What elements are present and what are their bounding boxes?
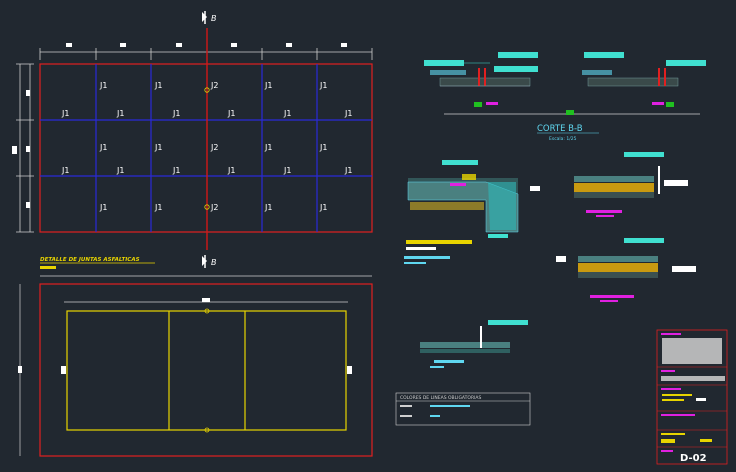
corte-scale: Escala: 1/25 bbox=[549, 136, 577, 142]
detalle-title: DETALLE DE JUNTAS ASFALTICAS bbox=[40, 257, 140, 263]
joint-detail-large bbox=[404, 160, 540, 264]
joint-label: J2 bbox=[210, 203, 218, 212]
section-label-top: B bbox=[211, 14, 217, 23]
corte-title: CORTE B-B bbox=[537, 124, 583, 134]
joint-label: J1 bbox=[344, 109, 352, 118]
cad-drawing: B B J1 J1 J2 J1 J1 J1 J1 J1 J1 J1 J1 J1 … bbox=[12, 11, 728, 465]
joint-label: J1 bbox=[344, 166, 352, 175]
detail-dimension-lines bbox=[19, 275, 372, 456]
joint-label: J1 bbox=[319, 143, 327, 152]
dimension-tag bbox=[202, 298, 210, 302]
section-center-mark bbox=[566, 110, 574, 115]
joint-label: J1 bbox=[264, 203, 272, 212]
section-marker-top: B bbox=[202, 11, 217, 24]
joint-label: J1 bbox=[283, 109, 291, 118]
joint-label: J2 bbox=[210, 143, 218, 152]
joint-label: J1 bbox=[99, 143, 107, 152]
joint-label: J1 bbox=[154, 81, 162, 90]
detail-plan: DETALLE DE JUNTAS ASFALTICAS bbox=[18, 257, 373, 457]
joint-label: J1 bbox=[61, 166, 69, 175]
line-color-legend: COLORES DE LINEAS OBLIGATORIAS bbox=[395, 392, 531, 426]
section-label-bottom: B bbox=[211, 258, 217, 267]
joint-label: J1 bbox=[116, 166, 124, 175]
detail-outline bbox=[66, 310, 347, 431]
section-marker-bottom: B bbox=[202, 255, 217, 268]
joint-label: J1 bbox=[319, 203, 327, 212]
joint-label: J1 bbox=[283, 166, 291, 175]
left-dimension-line bbox=[16, 63, 34, 233]
joint-detail-j1 bbox=[574, 152, 688, 217]
joint-label: J1 bbox=[154, 203, 162, 212]
joint-label: J2 bbox=[210, 81, 218, 90]
joint-label: J1 bbox=[172, 166, 180, 175]
detail-side-tags bbox=[61, 366, 352, 374]
dimension-tag bbox=[18, 366, 22, 373]
joint-label: J1 bbox=[264, 81, 272, 90]
joint-label: J1 bbox=[172, 109, 180, 118]
joint-label: J1 bbox=[116, 109, 124, 118]
left-dimension-tags bbox=[12, 90, 30, 208]
joint-label: J1 bbox=[61, 109, 69, 118]
sheet-number: D-02 bbox=[680, 453, 707, 464]
detalle-scale-bar bbox=[40, 266, 56, 269]
joint-label: J1 bbox=[319, 81, 327, 90]
section-detail-right bbox=[582, 52, 706, 107]
joint-detail-j2 bbox=[556, 238, 696, 302]
section-detail-left bbox=[424, 52, 538, 107]
joint-detail-small bbox=[420, 320, 528, 368]
plan-view: B B J1 J1 J2 J1 J1 J1 J1 J1 J1 J1 J1 J1 … bbox=[12, 11, 373, 268]
joint-label: J1 bbox=[154, 143, 162, 152]
joint-label: J1 bbox=[227, 166, 235, 175]
title-block: D-02 bbox=[656, 329, 728, 465]
joint-label: J1 bbox=[227, 109, 235, 118]
joint-label: J1 bbox=[99, 203, 107, 212]
joint-label: J1 bbox=[264, 143, 272, 152]
joint-label: J1 bbox=[99, 81, 107, 90]
top-dimension-line bbox=[39, 48, 373, 60]
legend-title: COLORES DE LINEAS OBLIGATORIAS bbox=[400, 395, 481, 401]
section-cut-view: CORTE B-B Escala: 1/25 bbox=[424, 52, 706, 142]
